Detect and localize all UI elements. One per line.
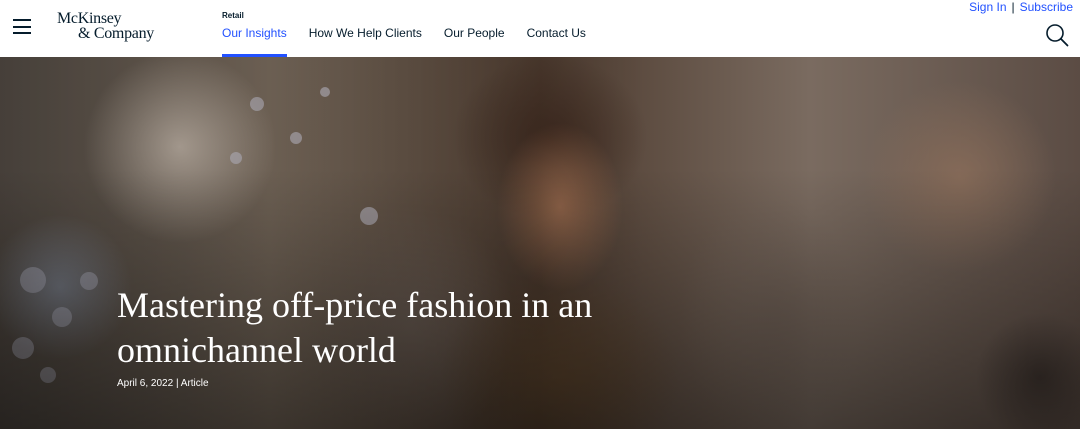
account-links: Sign In | Subscribe bbox=[969, 0, 1073, 14]
hero-banner: Mastering off-price fashion in an omnich… bbox=[0, 57, 1080, 429]
logo-line-2: & Company bbox=[78, 25, 154, 42]
mckinsey-logo[interactable]: McKinsey & Company bbox=[57, 11, 167, 43]
nav-contact-us[interactable]: Contact Us bbox=[527, 26, 586, 57]
article-date: April 6, 2022 bbox=[117, 378, 174, 389]
nav-how-we-help-clients[interactable]: How We Help Clients bbox=[309, 26, 422, 57]
nav-our-insights[interactable]: Our Insights bbox=[222, 26, 287, 57]
article-title: Mastering off-price fashion in an omnich… bbox=[117, 285, 593, 370]
article-meta-separator: | bbox=[175, 378, 179, 389]
nav-our-people[interactable]: Our People bbox=[444, 26, 505, 57]
logo-line-1: McKinsey bbox=[57, 10, 122, 27]
account-separator: | bbox=[1011, 0, 1015, 14]
hero-overlay bbox=[0, 57, 1080, 429]
section-label[interactable]: Retail bbox=[222, 11, 244, 20]
site-header: McKinsey & Company Retail Our Insights H… bbox=[0, 0, 1080, 57]
sign-in-link[interactable]: Sign In bbox=[969, 0, 1006, 14]
main-nav: Our Insights How We Help Clients Our Peo… bbox=[222, 26, 608, 57]
article-meta: April 6, 2022 | Article bbox=[117, 378, 209, 389]
hamburger-menu-icon[interactable] bbox=[13, 19, 31, 35]
subscribe-link[interactable]: Subscribe bbox=[1020, 0, 1073, 14]
search-icon[interactable] bbox=[1045, 23, 1069, 47]
article-type: Article bbox=[180, 378, 209, 389]
